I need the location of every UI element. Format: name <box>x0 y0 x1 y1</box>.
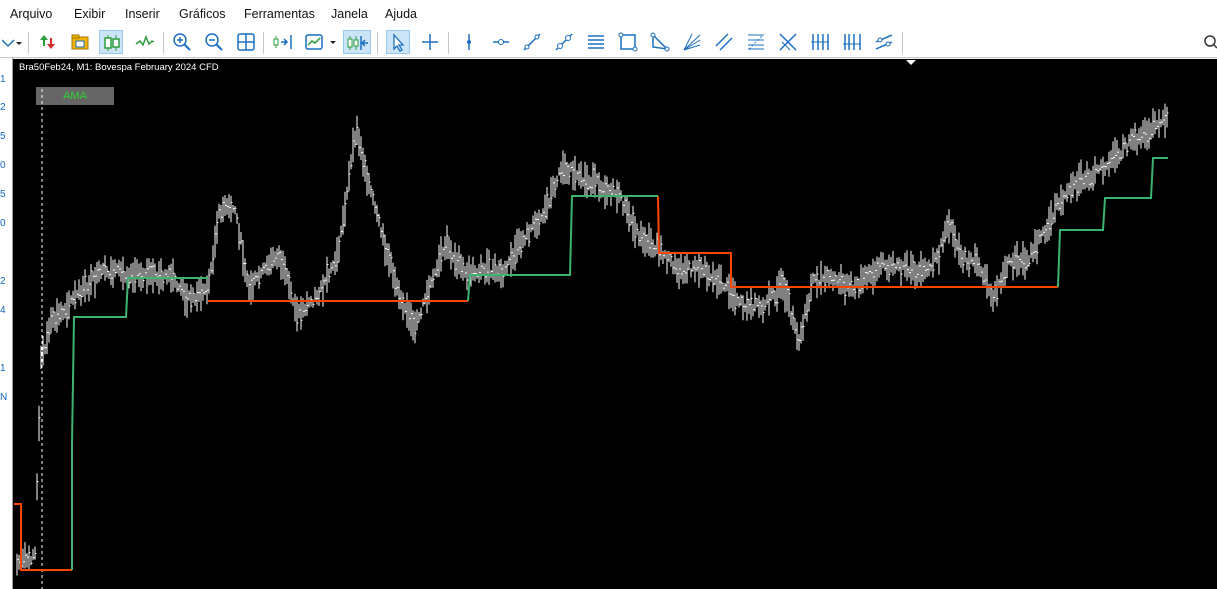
triangle-icon[interactable] <box>648 30 672 54</box>
menu-ajuda[interactable]: Ajuda <box>385 7 417 21</box>
cycle-lines-icon[interactable] <box>808 30 832 54</box>
tile-windows-icon[interactable] <box>234 30 258 54</box>
menu-ferramentas[interactable]: Ferramentas <box>244 7 315 21</box>
indicators-icon[interactable] <box>302 30 338 54</box>
left-label: 2 <box>0 102 6 113</box>
zoom-out-icon[interactable] <box>202 30 226 54</box>
dropdown-arrow-icon[interactable] <box>0 30 24 54</box>
cursor-icon[interactable] <box>386 30 410 54</box>
left-label: 2 <box>0 276 6 287</box>
menu-janela[interactable]: Janela <box>331 7 368 21</box>
vertical-line-icon[interactable] <box>457 30 481 54</box>
toolbar <box>0 27 1217 58</box>
menu-inserir[interactable]: Inserir <box>125 7 160 21</box>
left-label: 1 <box>0 74 6 85</box>
scroll-end-icon[interactable] <box>271 30 295 54</box>
price-bars <box>16 103 1169 576</box>
fibonacci-retracement-icon[interactable] <box>744 30 768 54</box>
menu-bar: Arquivo Exibir Inserir Gráficos Ferramen… <box>0 0 1217 28</box>
rectangle-icon[interactable] <box>616 30 640 54</box>
regression-channel-icon[interactable] <box>872 30 896 54</box>
left-panel-edge: 1 2 5 0 5 0 2 4 1 N <box>0 58 13 589</box>
trendline-icon[interactable] <box>520 30 544 54</box>
zoom-in-icon[interactable] <box>170 30 194 54</box>
left-label: 5 <box>0 131 6 142</box>
open-folder-icon[interactable] <box>68 30 92 54</box>
search-icon[interactable] <box>1200 30 1217 54</box>
left-label: N <box>0 392 8 403</box>
horizontal-line-icon[interactable] <box>489 30 513 54</box>
auto-scroll-icon[interactable] <box>343 30 371 54</box>
equidistant-channel-icon[interactable] <box>584 30 608 54</box>
menu-exibir[interactable]: Exibir <box>74 7 105 21</box>
chart-window[interactable]: Bra50Feb24, M1: Bovespa February 2024 CF… <box>13 59 1217 589</box>
line-chart-icon[interactable] <box>133 30 157 54</box>
left-label: 5 <box>0 189 6 200</box>
price-plot[interactable] <box>13 59 1217 589</box>
menu-arquivo[interactable]: Arquivo <box>10 7 52 21</box>
left-label: 0 <box>0 218 6 229</box>
ama-downtrend-line <box>14 195 1058 571</box>
left-label: 0 <box>0 160 6 171</box>
fibonacci-timezones-icon[interactable] <box>840 30 864 54</box>
left-label: 4 <box>0 305 6 316</box>
one-click-trading-icon[interactable] <box>36 30 60 54</box>
trendline-angle-icon[interactable] <box>552 30 576 54</box>
chart-shift-marker <box>906 60 916 65</box>
fibonacci-fan-icon[interactable] <box>680 30 704 54</box>
ama-uptrend-line <box>71 157 1168 570</box>
candlesticks-icon[interactable] <box>99 30 123 54</box>
left-label: 1 <box>0 363 6 374</box>
crosshair-icon[interactable] <box>418 30 442 54</box>
menu-graficos[interactable]: Gráficos <box>179 7 226 21</box>
parallel-lines-icon[interactable] <box>712 30 736 54</box>
gann-fan-icon[interactable] <box>776 30 800 54</box>
